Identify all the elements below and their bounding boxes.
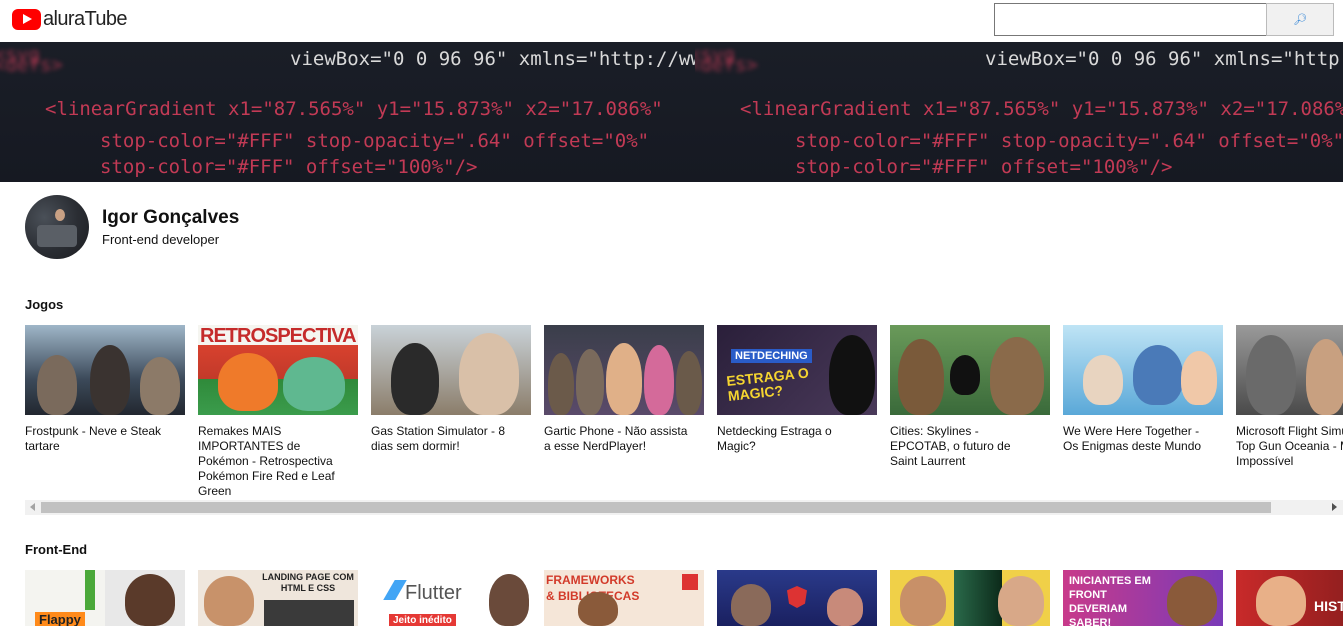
logo-text: aluraTube bbox=[43, 8, 128, 30]
thumbnail-text: INICIANTES EM FRONT DEVERIAM SABER! bbox=[1069, 575, 1151, 626]
video-card[interactable]: INICIANTES EM FRONT DEVERIAM SABER! bbox=[1063, 570, 1223, 626]
video-title[interactable]: Gartic Phone - Não assista a esse NerdPl… bbox=[544, 424, 694, 454]
video-card[interactable] bbox=[890, 570, 1050, 626]
video-card[interactable]: We Were Here Together - Os Enigmas deste… bbox=[1063, 325, 1223, 499]
search-bar: 🔎︎ bbox=[994, 3, 1334, 36]
thumbnail-text: Flutter bbox=[405, 582, 462, 604]
video-title[interactable]: Frostpunk - Neve e Steak tartare bbox=[25, 424, 175, 454]
youtube-play-icon bbox=[12, 9, 41, 30]
section-title-front-end: Front-End bbox=[25, 542, 88, 557]
thumbnail-text: Jeito inédito bbox=[389, 614, 456, 626]
video-thumbnail[interactable] bbox=[1063, 325, 1223, 415]
video-thumbnail[interactable]: Flappy bbox=[25, 570, 185, 626]
thumbnail-text: Flappy bbox=[35, 612, 85, 626]
video-row-jogos: Frostpunk - Neve e Steak tartare RETROSP… bbox=[25, 325, 1343, 499]
video-thumbnail[interactable]: HIST bbox=[1236, 570, 1343, 626]
thumbnail-text: RETROSPECTIVA bbox=[200, 325, 357, 347]
banner-code-line: viewBox="0 0 96 96" xmlns="http://www.w3… bbox=[290, 48, 695, 70]
scrollbar-thumb[interactable] bbox=[41, 502, 1271, 513]
video-card[interactable]: Flutter Jeito inédito bbox=[371, 570, 531, 626]
video-card[interactable]: HIST bbox=[1236, 570, 1343, 626]
video-thumbnail[interactable] bbox=[717, 570, 877, 626]
video-card[interactable]: FRAMEWORKS & BIBLIOTECAS bbox=[544, 570, 704, 626]
video-card[interactable]: Frostpunk - Neve e Steak tartare bbox=[25, 325, 185, 499]
video-card[interactable] bbox=[717, 570, 877, 626]
channel-banner: <svg <defs> viewBox="0 0 96 96" xmlns="h… bbox=[0, 42, 1343, 182]
video-thumbnail[interactable]: FRAMEWORKS & BIBLIOTECAS bbox=[544, 570, 704, 626]
profile-name: Igor Gonçalves bbox=[102, 207, 240, 228]
video-card[interactable]: LANDING PAGE COM HTML E CSS bbox=[198, 570, 358, 626]
horizontal-scrollbar[interactable] bbox=[25, 500, 1343, 515]
video-title[interactable]: Gas Station Simulator - 8 dias sem dormi… bbox=[371, 424, 521, 454]
thumbnail-text: NETDECHING bbox=[731, 349, 812, 363]
video-title[interactable]: Microsoft Flight Simulator - Top Gun Oce… bbox=[1236, 424, 1343, 469]
top-bar: aluraTube 🔎︎ bbox=[0, 0, 1343, 42]
logo[interactable]: aluraTube bbox=[12, 8, 128, 31]
search-button[interactable]: 🔎︎ bbox=[1266, 3, 1334, 36]
video-title[interactable]: We Were Here Together - Os Enigmas deste… bbox=[1063, 424, 1213, 454]
profile-role: Front-end developer bbox=[102, 232, 220, 247]
video-thumbnail[interactable] bbox=[1236, 325, 1343, 415]
banner-code-line: viewBox="0 0 96 96" xmlns="http://www.w3… bbox=[985, 48, 1343, 70]
video-thumbnail[interactable] bbox=[371, 325, 531, 415]
video-thumbnail[interactable]: NETDECHING ESTRAGA O MAGIC? bbox=[717, 325, 877, 415]
video-title[interactable]: Netdecking Estraga o Magic? bbox=[717, 424, 867, 454]
video-card[interactable]: Gas Station Simulator - 8 dias sem dormi… bbox=[371, 325, 531, 499]
thumbnail-text: ESTRAGA O MAGIC? bbox=[725, 364, 810, 404]
video-thumbnail[interactable] bbox=[890, 570, 1050, 626]
banner-code-line: <linearGradient x1="87.565%" y1="15.873%… bbox=[740, 98, 1343, 120]
video-card[interactable]: Gartic Phone - Não assista a esse NerdPl… bbox=[544, 325, 704, 499]
video-title[interactable]: Remakes MAIS IMPORTANTES de Pokémon - Re… bbox=[198, 424, 348, 499]
video-thumbnail[interactable] bbox=[544, 325, 704, 415]
video-thumbnail[interactable]: RETROSPECTIVA bbox=[198, 325, 358, 415]
video-card[interactable]: Flappy bbox=[25, 570, 185, 626]
video-thumbnail[interactable]: LANDING PAGE COM HTML E CSS bbox=[198, 570, 358, 626]
video-row-front-end: Flappy LANDING PAGE COM HTML E CSS Flutt… bbox=[25, 570, 1343, 626]
scroll-right-arrow-icon[interactable] bbox=[1332, 503, 1337, 511]
banner-code-line: stop-color="#FFF" offset="100%"/> bbox=[100, 156, 478, 178]
banner-code-line: <linearGradient x1="87.565%" y1="15.873%… bbox=[45, 98, 663, 120]
banner-code-line: stop-color="#FFF" stop-opacity=".64" off… bbox=[100, 130, 650, 152]
video-card[interactable]: Microsoft Flight Simulator - Top Gun Oce… bbox=[1236, 325, 1343, 499]
banner-image: <svg <defs> viewBox="0 0 96 96" xmlns="h… bbox=[0, 42, 695, 182]
section-title-jogos: Jogos bbox=[25, 297, 64, 312]
video-card[interactable]: RETROSPECTIVA Remakes MAIS IMPORTANTES d… bbox=[198, 325, 358, 499]
thumbnail-text: HIST bbox=[1314, 598, 1343, 614]
banner-code-line: stop-color="#FFF" stop-opacity=".64" off… bbox=[795, 130, 1343, 152]
video-thumbnail[interactable]: INICIANTES EM FRONT DEVERIAM SABER! bbox=[1063, 570, 1223, 626]
thumbnail-text: LANDING PAGE COM HTML E CSS bbox=[262, 572, 354, 593]
video-card[interactable]: Cities: Skylines - EPCOTAB, o futuro de … bbox=[890, 325, 1050, 499]
video-card[interactable]: NETDECHING ESTRAGA O MAGIC? Netdecking E… bbox=[717, 325, 877, 499]
video-title[interactable]: Cities: Skylines - EPCOTAB, o futuro de … bbox=[890, 424, 1040, 469]
search-input[interactable] bbox=[994, 3, 1266, 36]
avatar[interactable] bbox=[25, 195, 89, 259]
video-thumbnail[interactable] bbox=[890, 325, 1050, 415]
scroll-left-arrow-icon[interactable] bbox=[30, 503, 35, 511]
search-icon: 🔎︎ bbox=[1293, 14, 1307, 26]
video-thumbnail[interactable]: Flutter Jeito inédito bbox=[371, 570, 531, 626]
banner-image: <svg <defs> viewBox="0 0 96 96" xmlns="h… bbox=[695, 42, 1343, 182]
channel-profile: Igor Gonçalves Front-end developer bbox=[25, 195, 239, 259]
video-thumbnail[interactable] bbox=[25, 325, 185, 415]
banner-code-line: stop-color="#FFF" offset="100%"/> bbox=[795, 156, 1173, 178]
